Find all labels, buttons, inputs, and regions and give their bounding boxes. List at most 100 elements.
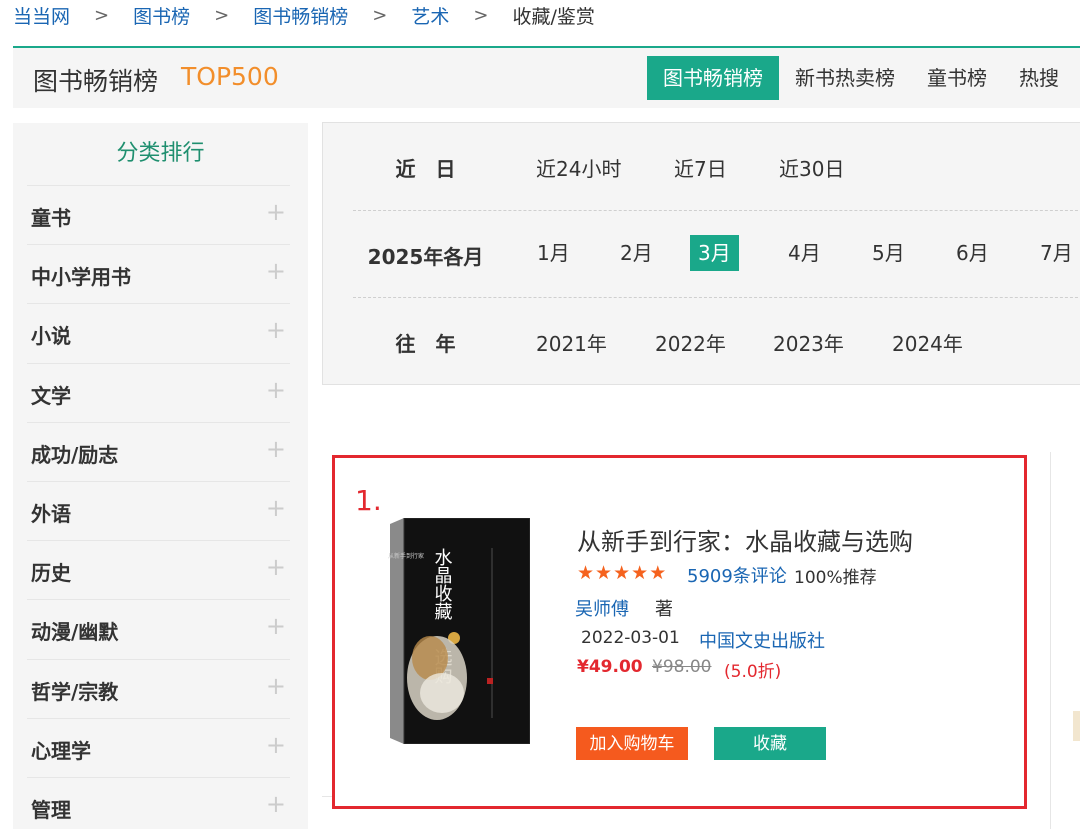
publisher-link[interactable]: 中国文史出版社 (699, 627, 825, 653)
filter-option-selected[interactable]: 3月 (690, 235, 739, 271)
sidebar-item-psychology[interactable]: 心理学 + (27, 717, 290, 777)
star-icon: ★ (595, 562, 613, 584)
tab-new-books[interactable]: 新书热卖榜 (779, 56, 911, 100)
filter-label: 往 年 (395, 332, 456, 356)
filter-option[interactable]: 近30日 (771, 151, 852, 187)
plus-icon[interactable]: + (266, 376, 286, 404)
publish-date: 2022-03-01 (581, 628, 680, 648)
divider (1050, 452, 1051, 829)
sidebar-item-label: 外语 (31, 501, 71, 526)
chevron-right-icon: > (372, 4, 388, 26)
sidebar-item-label: 小说 (31, 324, 71, 349)
time-filter-panel: 近 日 近24小时 近7日 近30日 2025年各月 1月 2月 3月 4月 5… (322, 122, 1080, 385)
sidebar-item-label: 动漫/幽默 (31, 620, 119, 645)
book-list-item: 1. 从新手到行家 水晶收藏 选购 从新手到行家：水晶收藏与选购 ★★★★★ 5… (332, 455, 1027, 809)
filter-option[interactable]: 4月 (780, 235, 829, 271)
plus-icon[interactable]: + (266, 612, 286, 640)
recommend-rate: 100%推荐 (794, 568, 877, 588)
filter-row-months: 2025年各月 1月 2月 3月 4月 5月 6月 7月 (353, 210, 1080, 296)
chevron-right-icon: > (473, 4, 489, 26)
star-icon: ★ (649, 562, 667, 584)
sidebar-item-label: 哲学/宗教 (31, 679, 119, 704)
breadcrumb-dangdang[interactable]: 当当网 (13, 2, 70, 29)
plus-icon[interactable]: + (266, 494, 286, 522)
chevron-right-icon: > (214, 4, 230, 26)
book-cover-image[interactable]: 从新手到行家 水晶收藏 选购 (382, 518, 530, 744)
sidebar-item-school[interactable]: 中小学用书 + (27, 244, 290, 303)
star-icon: ★ (577, 562, 595, 584)
breadcrumb-book-rank[interactable]: 图书榜 (133, 2, 190, 29)
sidebar-item-label: 中小学用书 (31, 265, 131, 290)
plus-icon[interactable]: + (266, 198, 286, 226)
discount-label: (5.0折) (724, 662, 782, 682)
sidebar-item-label: 管理 (31, 797, 71, 822)
plus-icon[interactable]: + (266, 731, 286, 759)
favorite-button[interactable]: 收藏 (714, 727, 826, 760)
plus-icon[interactable]: + (266, 790, 286, 818)
sidebar-item-management[interactable]: 管理 + (27, 776, 290, 829)
filter-label: 近 日 (395, 157, 456, 181)
sidebar-item-language[interactable]: 外语 + (27, 480, 290, 540)
star-icon: ★ (613, 562, 631, 584)
plus-icon[interactable]: + (266, 316, 286, 344)
filter-row-recent: 近 日 近24小时 近7日 近30日 (353, 123, 1080, 209)
rank-tabs: 图书畅销榜 新书热卖榜 童书榜 热搜 (647, 56, 1075, 100)
divider (322, 796, 332, 797)
book-title[interactable]: 从新手到行家：水晶收藏与选购 (577, 522, 913, 557)
plus-icon[interactable]: + (266, 257, 286, 285)
page-title: 图书畅销榜 (33, 67, 159, 96)
sidebar-item-novel[interactable]: 小说 + (27, 303, 290, 362)
category-sidebar: 分类排行 童书 + 中小学用书 + 小说 + 文学 + 成功/励志 + 外语 + 历史 + 动… (13, 123, 308, 829)
filter-option[interactable]: 7月 (1032, 235, 1080, 271)
sidebar-item-success[interactable]: 成功/励志 + (27, 421, 290, 481)
original-price: ¥98.00 (652, 657, 712, 677)
tab-hot-search[interactable]: 热搜 (1003, 56, 1075, 100)
rank-header: 图书畅销榜 TOP500 图书畅销榜 新书热卖榜 童书榜 热搜 (13, 48, 1080, 108)
filter-option[interactable]: 2021年 (528, 326, 615, 362)
breadcrumb-bestseller[interactable]: 图书畅销榜 (253, 2, 348, 29)
sidebar-item-philosophy[interactable]: 哲学/宗教 + (27, 658, 290, 718)
sidebar-item-literature[interactable]: 文学 + (27, 362, 290, 422)
filter-label: 2025年各月 (367, 245, 484, 269)
breadcrumb: 当当网 > 图书榜 > 图书畅销榜 > 艺术 > 收藏/鉴赏 (13, 0, 595, 30)
filter-option[interactable]: 6月 (948, 235, 997, 271)
filter-option[interactable]: 2月 (612, 235, 661, 271)
sidebar-item-children[interactable]: 童书 + (27, 185, 290, 244)
sidebar-item-label: 成功/励志 (31, 442, 119, 467)
filter-option[interactable]: 近24小时 (528, 151, 629, 187)
filter-option[interactable]: 1月 (529, 235, 578, 271)
rank-number: 1. (355, 484, 382, 517)
current-price: ¥49.00 (577, 657, 643, 677)
sidebar-item-label: 心理学 (31, 738, 91, 763)
sidebar-item-history[interactable]: 历史 + (27, 540, 290, 599)
side-float-tab[interactable] (1073, 711, 1080, 741)
filter-option[interactable]: 2022年 (647, 326, 734, 362)
filter-option[interactable]: 5月 (864, 235, 913, 271)
review-count-link[interactable]: 5909条评论 (687, 562, 787, 588)
plus-icon[interactable]: + (266, 435, 286, 463)
tab-bestseller[interactable]: 图书畅销榜 (647, 56, 779, 100)
chevron-right-icon: > (94, 4, 110, 26)
sidebar-item-comics[interactable]: 动漫/幽默 + (27, 599, 290, 658)
sidebar-title: 分类排行 (116, 141, 205, 166)
sidebar-item-label: 历史 (31, 561, 71, 586)
filter-option[interactable]: 2024年 (884, 326, 971, 362)
sidebar-item-label: 文学 (31, 383, 71, 408)
add-to-cart-button[interactable]: 加入购物车 (576, 727, 688, 760)
filter-row-years: 往 年 2021年 2022年 2023年 2024年 (353, 297, 1080, 383)
breadcrumb-current: 收藏/鉴赏 (512, 5, 595, 28)
filter-option[interactable]: 2023年 (765, 326, 852, 362)
plus-icon[interactable]: + (266, 672, 286, 700)
star-icon: ★ (631, 562, 649, 584)
sidebar-item-label: 童书 (31, 206, 71, 230)
filter-option[interactable]: 近7日 (666, 151, 735, 187)
breadcrumb-art[interactable]: 艺术 (411, 2, 449, 29)
plus-icon[interactable]: + (266, 553, 286, 581)
author-link[interactable]: 吴师傅 (575, 595, 629, 621)
rating-stars: ★ ★ ★ ★ ★ (577, 562, 666, 584)
cover-title-text: 水晶收藏 (432, 548, 453, 621)
tab-children[interactable]: 童书榜 (911, 56, 1003, 100)
page-subtitle: TOP500 (181, 62, 279, 91)
author-suffix: 著 (655, 599, 673, 620)
svg-text:从新手到行家: 从新手到行家 (388, 552, 424, 560)
